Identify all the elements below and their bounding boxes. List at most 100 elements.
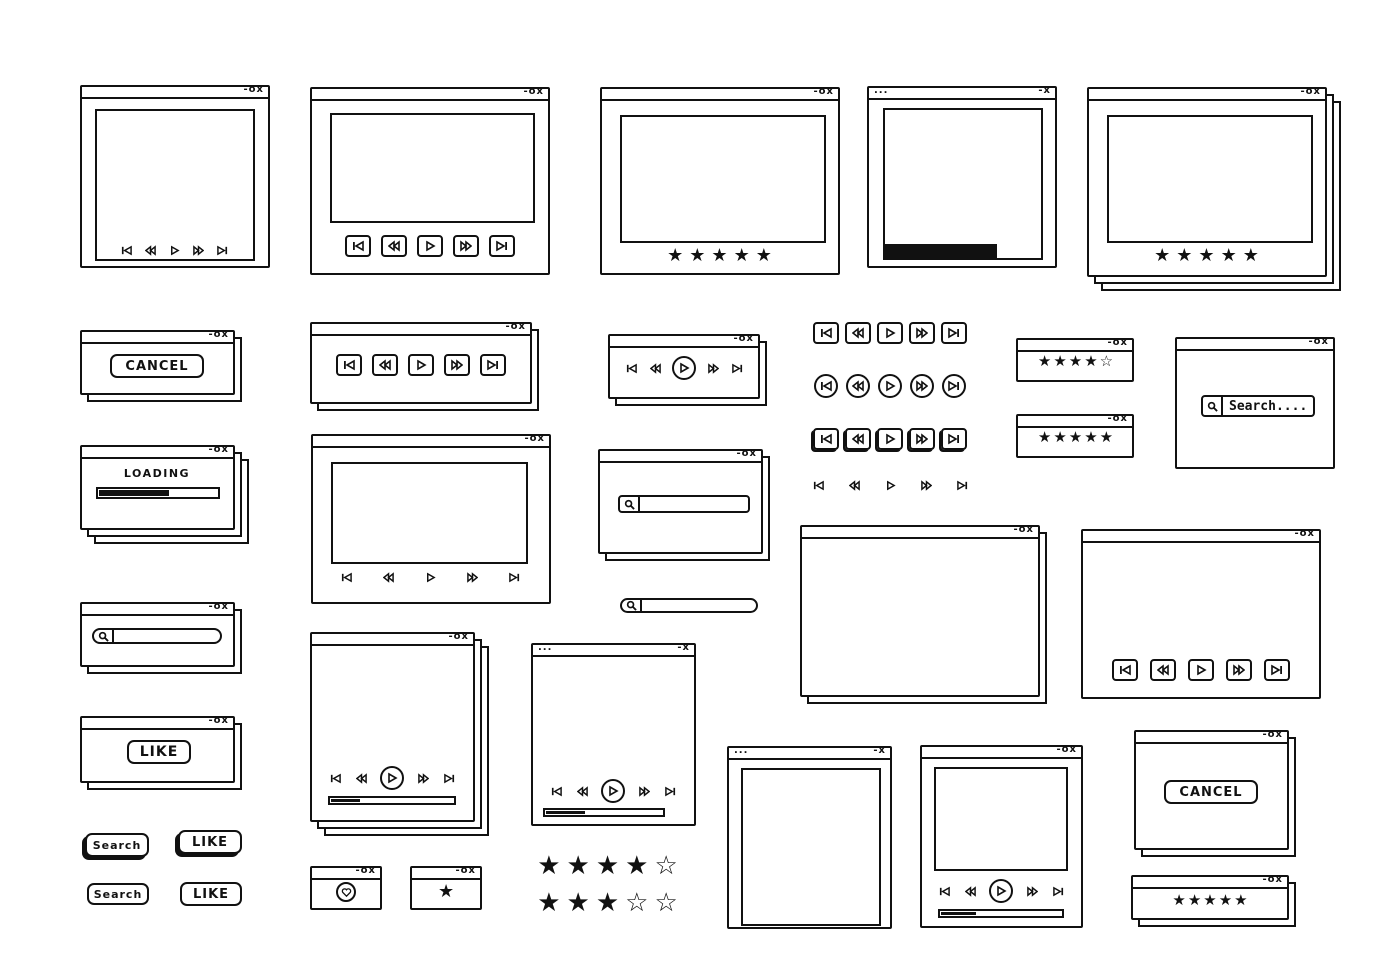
skip-back-button[interactable] bbox=[811, 480, 825, 491]
window-controls[interactable]: -x bbox=[873, 745, 886, 756]
play-button[interactable] bbox=[883, 480, 897, 491]
search-button[interactable]: Search bbox=[85, 833, 149, 857]
play-button[interactable] bbox=[408, 354, 434, 376]
window-controls[interactable]: -ox bbox=[209, 715, 229, 726]
star-filled-icon[interactable]: ★ bbox=[1219, 893, 1232, 908]
fast-forward-button[interactable] bbox=[416, 772, 430, 784]
star-rating[interactable]: ★ ★ ★ ★ ★ bbox=[602, 247, 837, 265]
star-filled-icon[interactable]: ★ bbox=[1154, 247, 1170, 265]
rewind-button[interactable] bbox=[380, 235, 407, 257]
cancel-button[interactable]: CANCEL bbox=[110, 354, 204, 378]
skip-back-button[interactable] bbox=[344, 235, 371, 257]
window-controls[interactable]: -ox bbox=[209, 601, 229, 612]
window-controls[interactable]: -x bbox=[1038, 85, 1051, 96]
skip-back-button[interactable] bbox=[937, 886, 951, 897]
fast-forward-button[interactable] bbox=[452, 235, 479, 257]
skip-forward-button[interactable] bbox=[1051, 886, 1065, 897]
play-button[interactable] bbox=[878, 374, 902, 398]
rewind-button[interactable] bbox=[575, 785, 589, 797]
window-controls[interactable]: -ox bbox=[1295, 528, 1315, 539]
star-filled-icon[interactable]: ★ bbox=[667, 247, 683, 265]
skip-back-button[interactable] bbox=[813, 322, 839, 344]
skip-back-button[interactable] bbox=[814, 374, 838, 398]
window-controls[interactable]: -ox bbox=[449, 631, 469, 642]
fast-forward-button[interactable] bbox=[1025, 885, 1039, 897]
fast-forward-button[interactable] bbox=[1226, 659, 1252, 681]
window-menu-dots[interactable]: ... bbox=[734, 745, 748, 756]
fast-forward-button[interactable] bbox=[910, 374, 934, 398]
window-controls[interactable]: -ox bbox=[814, 86, 834, 97]
play-button[interactable] bbox=[672, 356, 696, 380]
window-controls[interactable]: -ox bbox=[244, 84, 264, 95]
skip-forward-button[interactable] bbox=[442, 773, 456, 784]
star-empty-icon[interactable]: ☆ bbox=[654, 890, 677, 916]
star-filled-icon[interactable]: ★ bbox=[689, 247, 705, 265]
star-filled-icon[interactable]: ★ bbox=[1234, 893, 1247, 908]
star-filled-icon[interactable]: ★ bbox=[1053, 354, 1066, 369]
fast-forward-button[interactable] bbox=[909, 322, 935, 344]
window-controls[interactable]: -ox bbox=[1309, 336, 1329, 347]
search-input[interactable] bbox=[620, 598, 758, 613]
rewind-button[interactable] bbox=[846, 374, 870, 398]
search-icon-box[interactable] bbox=[620, 497, 640, 511]
skip-back-button[interactable] bbox=[1112, 659, 1138, 681]
skip-forward-button[interactable] bbox=[730, 363, 744, 374]
star-filled-icon[interactable]: ★ bbox=[1188, 893, 1201, 908]
play-button[interactable] bbox=[989, 879, 1013, 903]
window-controls[interactable]: -ox bbox=[1263, 874, 1283, 885]
window-controls[interactable]: -ox bbox=[524, 86, 544, 97]
skip-forward-button[interactable] bbox=[1264, 659, 1290, 681]
star-filled-icon[interactable]: ★ bbox=[1038, 430, 1051, 445]
window-controls[interactable]: -ox bbox=[1263, 729, 1283, 740]
star-icon[interactable]: ★ bbox=[438, 881, 454, 902]
skip-back-button[interactable] bbox=[120, 245, 134, 256]
star-filled-icon[interactable]: ★ bbox=[1053, 430, 1066, 445]
star-filled-icon[interactable]: ★ bbox=[625, 853, 648, 879]
star-empty-icon[interactable]: ☆ bbox=[625, 890, 648, 916]
fast-forward-button[interactable] bbox=[637, 785, 651, 797]
window-menu-dots[interactable]: ... bbox=[874, 85, 888, 96]
like-button[interactable]: LIKE bbox=[180, 882, 242, 906]
window-controls[interactable]: -ox bbox=[356, 865, 376, 876]
star-filled-icon[interactable]: ★ bbox=[1221, 247, 1237, 265]
rewind-button[interactable] bbox=[144, 245, 158, 256]
rewind-button[interactable] bbox=[382, 572, 396, 583]
skip-back-button[interactable] bbox=[336, 354, 362, 376]
star-rating[interactable]: ★ ★ ★ ★ ★ bbox=[1018, 430, 1133, 445]
play-button[interactable] bbox=[168, 245, 182, 256]
star-filled-icon[interactable]: ★ bbox=[1172, 893, 1185, 908]
skip-back-button[interactable] bbox=[340, 572, 354, 583]
rewind-button[interactable] bbox=[845, 322, 871, 344]
window-controls[interactable]: -ox bbox=[209, 329, 229, 340]
star-filled-icon[interactable]: ★ bbox=[1069, 354, 1082, 369]
rewind-button[interactable] bbox=[845, 428, 871, 450]
window-controls[interactable]: -ox bbox=[1301, 86, 1321, 97]
window-menu-dots[interactable]: ... bbox=[538, 642, 552, 653]
star-filled-icon[interactable]: ★ bbox=[567, 890, 590, 916]
star-filled-icon[interactable]: ★ bbox=[1069, 430, 1082, 445]
fast-forward-button[interactable] bbox=[919, 480, 933, 491]
star-filled-icon[interactable]: ★ bbox=[711, 247, 727, 265]
star-rating[interactable]: ★ ★ ★ ★ ★ bbox=[1089, 247, 1324, 265]
skip-forward-button[interactable] bbox=[955, 480, 969, 491]
star-filled-icon[interactable]: ★ bbox=[596, 853, 619, 879]
window-controls[interactable]: -ox bbox=[506, 321, 526, 332]
rewind-button[interactable] bbox=[648, 362, 662, 374]
window-controls[interactable]: -ox bbox=[1014, 524, 1034, 535]
search-input[interactable] bbox=[92, 628, 222, 644]
star-filled-icon[interactable]: ★ bbox=[1176, 247, 1192, 265]
skip-back-button[interactable] bbox=[624, 363, 638, 374]
fast-forward-button[interactable] bbox=[444, 354, 470, 376]
star-rating[interactable]: ★ ★ ★ ★ ★ bbox=[1133, 893, 1287, 908]
star-filled-icon[interactable]: ★ bbox=[1084, 430, 1097, 445]
star-filled-icon[interactable]: ★ bbox=[1038, 354, 1051, 369]
fast-forward-button[interactable] bbox=[706, 362, 720, 374]
window-controls[interactable]: -ox bbox=[1057, 744, 1077, 755]
window-controls[interactable]: -ox bbox=[1108, 413, 1128, 424]
star-rating[interactable]: ★ ★ ★ ★ ☆ bbox=[1018, 354, 1133, 369]
like-button[interactable]: LIKE bbox=[178, 830, 242, 854]
star-rating[interactable]: ★ ★ ★ ★ ☆ bbox=[530, 853, 685, 879]
star-filled-icon[interactable]: ★ bbox=[734, 247, 750, 265]
search-icon-box[interactable] bbox=[1203, 397, 1223, 415]
star-filled-icon[interactable]: ★ bbox=[537, 853, 560, 879]
